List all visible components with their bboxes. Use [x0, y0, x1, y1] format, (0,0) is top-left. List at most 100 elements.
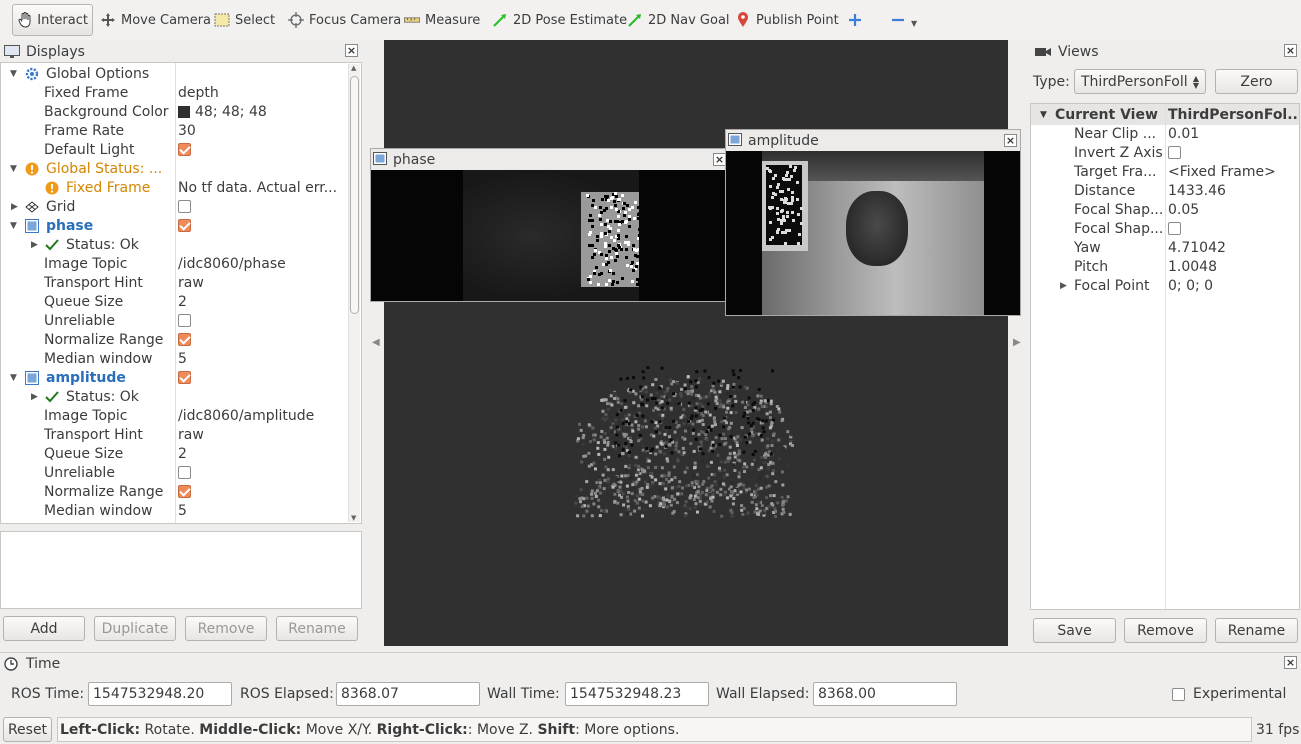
target-frame-value[interactable]: <Fixed Frame>: [1168, 164, 1276, 180]
expand-arrow-icon[interactable]: ▼: [1040, 110, 1047, 120]
publish-point-tool-button[interactable]: Publish Point: [731, 4, 843, 36]
views-close-button[interactable]: ×: [1284, 44, 1297, 57]
tree-row-phase[interactable]: ▼ phase: [1, 216, 349, 235]
scrollbar-thumb[interactable]: [350, 76, 359, 314]
view-row-focal-point[interactable]: ▶ Focal Point 0; 0; 0: [1031, 276, 1299, 295]
view-row-focal-shape-fixed[interactable]: Focal Shap...: [1031, 219, 1299, 238]
tree-row-phase-queue[interactable]: Queue Size 2: [1, 292, 349, 311]
add-tool-button[interactable]: [843, 4, 867, 36]
normalize-range-checkbox[interactable]: [178, 332, 191, 348]
reset-button[interactable]: Reset: [3, 717, 52, 742]
near-clip-value[interactable]: 0.01: [1168, 126, 1199, 142]
time-close-button[interactable]: ×: [1284, 656, 1297, 669]
displays-close-button[interactable]: ×: [345, 44, 358, 57]
amplitude-window-close-button[interactable]: ×: [1004, 134, 1017, 147]
experimental-option[interactable]: Experimental: [1172, 682, 1286, 706]
ros-elapsed-field[interactable]: 8368.07: [336, 682, 480, 706]
yaw-value[interactable]: 4.71042: [1168, 240, 1226, 256]
focal-shape-fixed-checkbox[interactable]: [1168, 221, 1181, 237]
displays-scrollbar[interactable]: ▲ ▼: [348, 64, 360, 522]
interact-tool-button[interactable]: Interact: [12, 4, 93, 36]
view-row-target-frame[interactable]: Target Fra... <Fixed Frame>: [1031, 162, 1299, 181]
add-display-button[interactable]: Add: [3, 616, 85, 641]
view-row-yaw[interactable]: Yaw 4.71042: [1031, 238, 1299, 257]
view-row-distance[interactable]: Distance 1433.46: [1031, 181, 1299, 200]
fixed-frame-value[interactable]: depth: [178, 85, 219, 101]
tree-row-frame-rate[interactable]: Frame Rate 30: [1, 121, 349, 140]
transport-hint-value[interactable]: raw: [178, 275, 204, 291]
tree-row-amplitude-normalize[interactable]: Normalize Range: [1, 482, 349, 501]
phase-image-window[interactable]: phase ×: [370, 148, 731, 302]
normalize-range-checkbox[interactable]: [178, 484, 191, 500]
wall-time-field[interactable]: 1547532948.23: [565, 682, 709, 706]
collapse-arrow-icon[interactable]: ▶: [1060, 281, 1067, 291]
view-row-near-clip[interactable]: Near Clip ... 0.01: [1031, 124, 1299, 143]
median-window-value[interactable]: 5: [178, 351, 187, 367]
expand-arrow-icon[interactable]: ▼: [10, 221, 17, 231]
amplitude-enabled-checkbox[interactable]: [178, 370, 191, 386]
image-topic-value[interactable]: /idc8060/phase: [178, 256, 286, 272]
distance-value[interactable]: 1433.46: [1168, 183, 1226, 199]
duplicate-display-button[interactable]: Duplicate: [94, 616, 176, 641]
tree-row-amplitude[interactable]: ▼ amplitude: [1, 368, 349, 387]
save-view-button[interactable]: Save: [1033, 618, 1116, 643]
rename-view-button[interactable]: Rename: [1215, 618, 1298, 643]
remove-tool-dropdown[interactable]: ▼: [886, 4, 921, 36]
scroll-up-icon[interactable]: ▲: [351, 64, 356, 72]
tree-row-phase-hint[interactable]: Transport Hint raw: [1, 273, 349, 292]
pose-estimate-tool-button[interactable]: 2D Pose Estimate: [488, 4, 631, 36]
expand-arrow-icon[interactable]: ▼: [10, 373, 17, 383]
median-window-value[interactable]: 5: [178, 503, 187, 519]
frame-rate-value[interactable]: 30: [178, 123, 196, 139]
measure-tool-button[interactable]: Measure: [400, 4, 484, 36]
default-light-checkbox[interactable]: [178, 142, 191, 158]
remove-display-button[interactable]: Remove: [185, 616, 267, 641]
expand-arrow-icon[interactable]: ▼: [10, 164, 17, 174]
tree-row-amplitude-median[interactable]: Median window 5: [1, 501, 349, 520]
right-dock-arrow-icon[interactable]: ▶: [1013, 337, 1021, 348]
collapse-arrow-icon[interactable]: ▶: [31, 240, 38, 250]
wall-elapsed-field[interactable]: 8368.00: [813, 682, 957, 706]
ros-time-field[interactable]: 1547532948.20: [88, 682, 232, 706]
view-type-combobox[interactable]: ThirdPersonFoll ▲ ▼: [1074, 69, 1206, 94]
expand-arrow-icon[interactable]: ▼: [10, 69, 17, 79]
move-camera-tool-button[interactable]: Move Camera: [96, 4, 215, 36]
collapse-arrow-icon[interactable]: ▶: [11, 202, 18, 212]
tree-row-phase-topic[interactable]: Image Topic /idc8060/phase: [1, 254, 349, 273]
invert-z-checkbox[interactable]: [1168, 145, 1181, 161]
pitch-value[interactable]: 1.0048: [1168, 259, 1217, 275]
collapse-arrow-icon[interactable]: ▶: [31, 392, 38, 402]
unreliable-checkbox[interactable]: [178, 465, 191, 481]
grid-checkbox[interactable]: [178, 199, 191, 215]
tree-row-amplitude-topic[interactable]: Image Topic /idc8060/amplitude: [1, 406, 349, 425]
tree-row-grid[interactable]: ▶ Grid: [1, 197, 349, 216]
background-color-value[interactable]: 48; 48; 48: [178, 104, 267, 120]
tree-row-amplitude-queue[interactable]: Queue Size 2: [1, 444, 349, 463]
remove-view-button[interactable]: Remove: [1124, 618, 1207, 643]
phase-window-titlebar[interactable]: phase: [373, 151, 728, 169]
select-tool-button[interactable]: Select: [210, 4, 279, 36]
tree-row-global-options[interactable]: ▼ Global Options: [1, 64, 349, 83]
view-row-pitch[interactable]: Pitch 1.0048: [1031, 257, 1299, 276]
tree-row-fixed-frame[interactable]: Fixed Frame depth: [1, 83, 349, 102]
left-dock-arrow-icon[interactable]: ◀: [372, 337, 380, 348]
amplitude-window-titlebar[interactable]: amplitude: [728, 132, 1018, 150]
tree-row-global-status[interactable]: ▼ Global Status: ...: [1, 159, 349, 178]
phase-enabled-checkbox[interactable]: [178, 218, 191, 234]
amplitude-image-window[interactable]: amplitude ×: [725, 129, 1021, 316]
tree-row-status-fixed-frame[interactable]: Fixed Frame No tf data. Actual err...: [1, 178, 349, 197]
focal-point-value[interactable]: 0; 0; 0: [1168, 278, 1213, 294]
view-row-focal-shape-size[interactable]: Focal Shap... 0.05: [1031, 200, 1299, 219]
nav-goal-tool-button[interactable]: 2D Nav Goal: [623, 4, 734, 36]
tree-row-amplitude-hint[interactable]: Transport Hint raw: [1, 425, 349, 444]
queue-size-value[interactable]: 2: [178, 446, 187, 462]
tree-row-default-light[interactable]: Default Light: [1, 140, 349, 159]
queue-size-value[interactable]: 2: [178, 294, 187, 310]
tree-row-phase-status[interactable]: ▶ Status: Ok: [1, 235, 349, 254]
unreliable-checkbox[interactable]: [178, 313, 191, 329]
image-topic-value[interactable]: /idc8060/amplitude: [178, 408, 314, 424]
transport-hint-value[interactable]: raw: [178, 427, 204, 443]
tree-row-phase-normalize[interactable]: Normalize Range: [1, 330, 349, 349]
view-row-invert-z[interactable]: Invert Z Axis: [1031, 143, 1299, 162]
zero-button[interactable]: Zero: [1215, 69, 1298, 94]
